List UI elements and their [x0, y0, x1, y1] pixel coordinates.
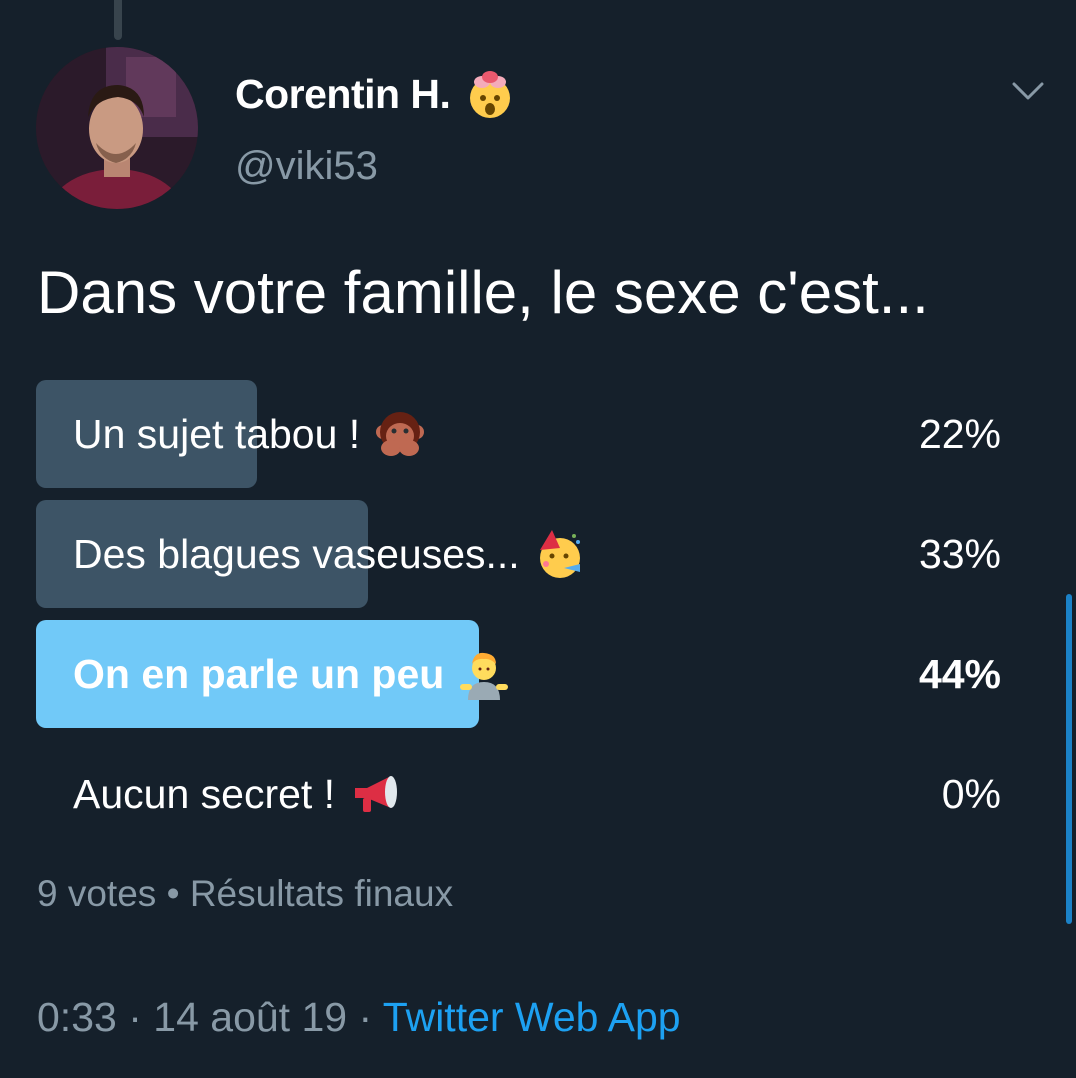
partying-face-icon	[534, 528, 586, 580]
poll-option-label: On en parle un peu	[73, 650, 445, 697]
thread-connector-line	[114, 0, 122, 40]
poll-option[interactable]: Aucun secret ! 0%	[36, 740, 1001, 848]
author-handle[interactable]: @viki53	[235, 144, 378, 189]
poll-option-percent: 22%	[918, 410, 1001, 457]
poll-status: Résultats finaux	[189, 873, 454, 914]
separator-dot: ·	[358, 994, 373, 1040]
avatar[interactable]	[36, 47, 198, 209]
poll-option-label: Un sujet tabou !	[73, 410, 361, 457]
poll-option-percent: 44%	[918, 650, 1001, 697]
tweet-date[interactable]: 14 août 19	[153, 994, 347, 1040]
poll-option-label: Aucun secret !	[73, 770, 336, 817]
poll-option-percent: 0%	[941, 770, 1001, 817]
poll-option-label: Des blagues vaseuses...	[73, 530, 520, 577]
poll-vote-count: 9 votes	[37, 873, 157, 914]
author-display-name[interactable]: Corentin H.	[235, 71, 451, 118]
scrollbar[interactable]	[1066, 594, 1072, 924]
megaphone-icon	[349, 768, 401, 820]
poll-summary: 9 votes • Résultats finaux	[37, 873, 453, 915]
poll-option[interactable]: Un sujet tabou ! 22%	[36, 380, 1001, 488]
speak-no-evil-monkey-icon	[374, 408, 426, 460]
tweet-timestamp: 0:33 · 14 août 19 · Twitter Web App	[37, 994, 681, 1041]
poll-option[interactable]: On en parle un peu 44%	[36, 620, 1001, 728]
separator-dot: ·	[128, 994, 142, 1040]
person-shrugging-icon	[458, 648, 510, 700]
tweet-text: Dans votre famille, le sexe c'est...	[37, 259, 929, 326]
tweet-time[interactable]: 0:33	[37, 994, 117, 1040]
tweet-source-link[interactable]: Twitter Web App	[383, 994, 681, 1040]
chevron-down-icon[interactable]	[1010, 76, 1046, 104]
poll-option-percent: 33%	[918, 530, 1001, 577]
exploding-head-emoji-icon	[464, 68, 516, 120]
poll-option[interactable]: Des blagues vaseuses... 33%	[36, 500, 1001, 608]
separator-dot: •	[166, 873, 180, 914]
